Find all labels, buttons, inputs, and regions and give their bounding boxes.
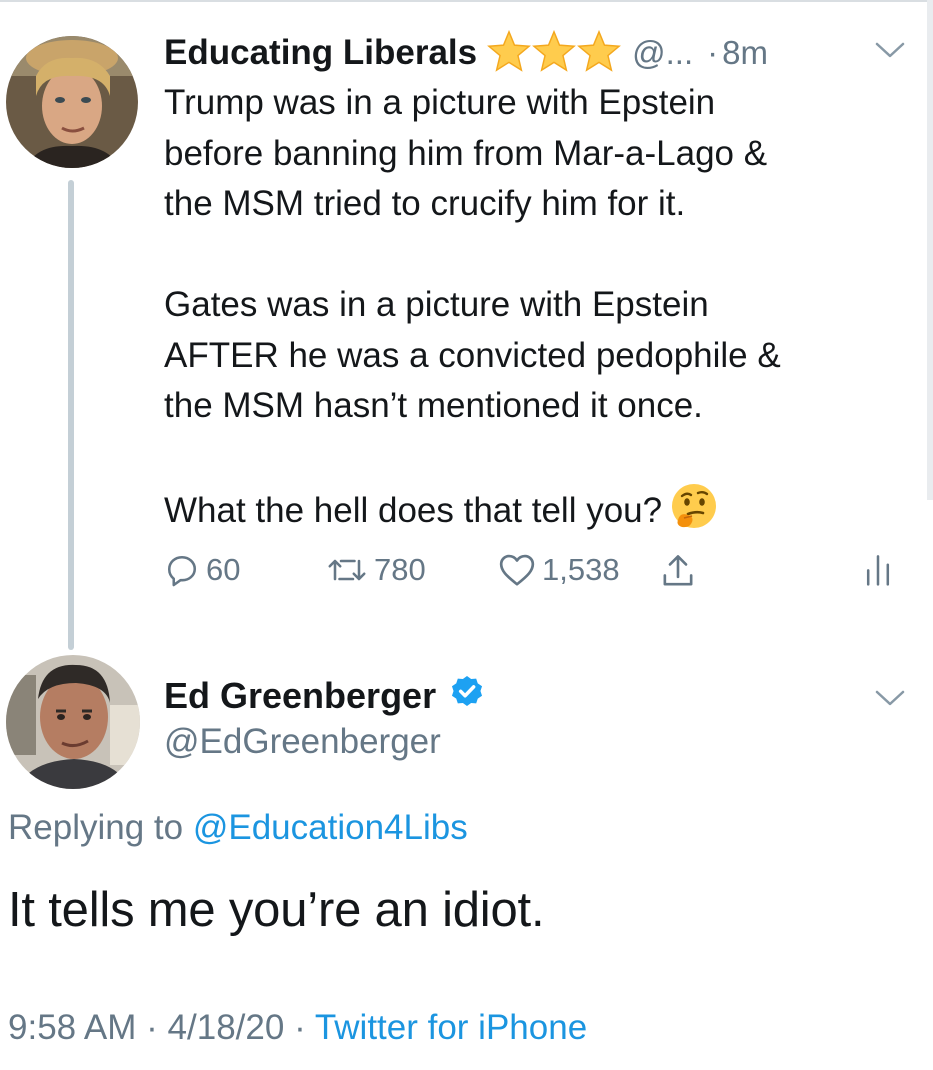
separator-dot: · bbox=[294, 1008, 306, 1047]
chevron-down-icon[interactable] bbox=[874, 688, 906, 713]
reply-button[interactable]: 60 bbox=[164, 552, 240, 588]
share-button[interactable] bbox=[660, 552, 702, 590]
verified-badge-icon bbox=[448, 672, 486, 719]
name-emoji-badges bbox=[487, 29, 622, 77]
tweet-line: before banning him from Mar-a-Lago & bbox=[164, 133, 768, 173]
star-icon bbox=[487, 29, 532, 77]
heart-icon bbox=[499, 554, 535, 586]
tweet-text: Trump was in a picture with Epstein befo… bbox=[164, 78, 884, 545]
thread-line bbox=[68, 180, 74, 650]
tweet-line: Trump was in a picture with Epstein bbox=[164, 83, 716, 122]
avatar[interactable] bbox=[6, 36, 138, 168]
tweet-meta: 9:58 AM · 4/18/20 · Twitter for iPhone bbox=[8, 1008, 587, 1048]
star-icon bbox=[532, 29, 577, 77]
replying-to: Replying to @Education4Libs bbox=[8, 808, 468, 848]
replying-prefix: Replying to bbox=[8, 808, 184, 847]
share-icon bbox=[663, 555, 693, 586]
tweet-line: AFTER he was a convicted pedophile & bbox=[164, 335, 781, 375]
author-name[interactable]: Educating Liberals bbox=[164, 33, 477, 73]
separator-dot: · bbox=[707, 34, 719, 71]
star-icon bbox=[577, 29, 622, 77]
analytics-icon bbox=[866, 555, 890, 586]
thinking-face-icon bbox=[670, 482, 718, 545]
tweet-time[interactable]: 9:58 AM bbox=[8, 1008, 136, 1047]
chevron-down-icon[interactable] bbox=[874, 40, 906, 65]
top-border bbox=[0, 0, 933, 2]
tweet-line: the MSM tried to crucify him for it. bbox=[164, 184, 686, 223]
tweet-header: Educating Liberals @... · 8m bbox=[164, 28, 768, 78]
tweet-line-last: What the hell does that tell you? bbox=[164, 482, 884, 545]
tweet-line: the MSM hasn’t mentioned it once. bbox=[164, 386, 703, 425]
like-count: 1,538 bbox=[542, 552, 620, 587]
tweet-text: It tells me you’re an idiot. bbox=[8, 883, 545, 937]
tweet-line: Gates was in a picture with Epstein bbox=[164, 285, 709, 324]
author-name-row: Ed Greenberger bbox=[164, 672, 486, 719]
replying-to-link[interactable]: @Education4Libs bbox=[193, 808, 468, 847]
retweet-icon bbox=[328, 559, 366, 581]
author-handle[interactable]: @... bbox=[632, 34, 693, 72]
like-button[interactable]: 1,538 bbox=[498, 552, 620, 588]
retweet-button[interactable]: 780 bbox=[326, 552, 426, 588]
tweet-time[interactable]: 8m bbox=[722, 34, 768, 72]
avatar[interactable] bbox=[6, 655, 140, 789]
scrollbar[interactable] bbox=[927, 0, 933, 500]
reply-icon bbox=[167, 555, 197, 587]
author-name[interactable]: Ed Greenberger bbox=[164, 675, 436, 717]
tweet-actions: 60 780 1,538 bbox=[164, 552, 904, 598]
tweet-line: What the hell does that tell you? bbox=[164, 491, 663, 530]
tweet-source-link[interactable]: Twitter for iPhone bbox=[315, 1008, 587, 1047]
retweet-count: 780 bbox=[374, 552, 426, 587]
author-handle[interactable]: @EdGreenberger bbox=[164, 722, 441, 762]
separator-dot: · bbox=[146, 1008, 158, 1047]
reply-count: 60 bbox=[206, 552, 241, 587]
tweet-date[interactable]: 4/18/20 bbox=[168, 1008, 285, 1047]
analytics-button[interactable] bbox=[864, 552, 898, 586]
